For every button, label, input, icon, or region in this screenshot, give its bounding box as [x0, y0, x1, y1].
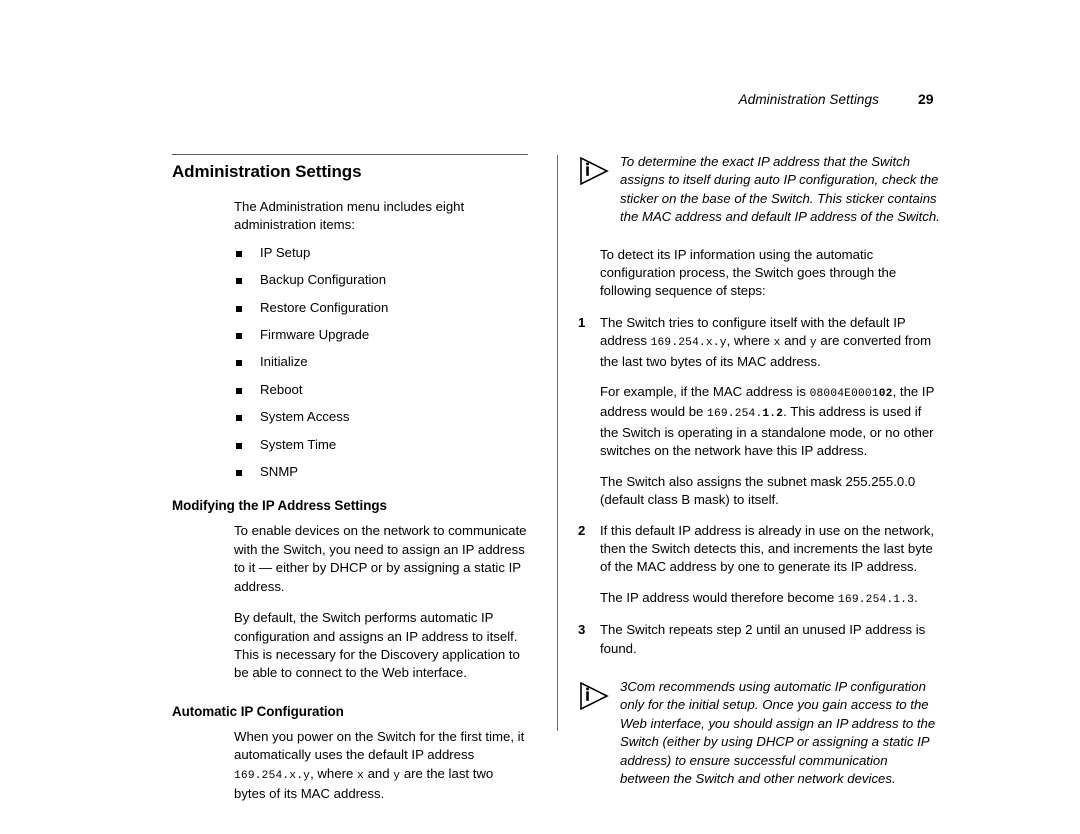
- running-header: Administration Settings 29: [557, 91, 940, 107]
- list-item-label: Reboot: [260, 381, 303, 397]
- list-item: Firmware Upgrade: [234, 326, 528, 344]
- page-number: 29: [918, 91, 934, 107]
- list-item-label: System Time: [260, 436, 337, 452]
- square-bullet-icon: [236, 360, 242, 367]
- step-1-variable-y-mono: y: [809, 337, 817, 350]
- list-item-label: SNMP: [260, 464, 299, 480]
- mac-address-mono: 08004E0001: [809, 388, 879, 401]
- step-2-text: If this default IP address is already in…: [600, 522, 935, 575]
- note-block-2: 3Com recommends using automatic IP confi…: [578, 678, 940, 788]
- step-2-result-text: The IP address would therefore become 16…: [600, 589, 940, 609]
- list-item-label: System Access: [260, 409, 350, 425]
- step-3: 3 The Switch repeats step 2 until an unu…: [578, 621, 940, 658]
- step-1: 1 The Switch tries to configure itself w…: [578, 314, 940, 371]
- note-1-text: To determine the exact IP address that t…: [620, 154, 940, 225]
- list-item: Backup Configuration: [234, 271, 528, 289]
- step-1-text-mid1: , where: [726, 333, 774, 349]
- step-1-subnet-text: The Switch also assigns the subnet mask …: [600, 473, 916, 508]
- automatic-text-before: When you power on the Switch for the fir…: [234, 728, 525, 763]
- list-item: Reboot: [234, 381, 528, 399]
- modifying-paragraph-2: By default, the Switch performs automati…: [234, 610, 520, 681]
- example-ip-prefix-mono: 169.254.: [707, 408, 763, 421]
- step-1-number: 1: [578, 314, 586, 330]
- example-ip-suffix-mono-bold: 1.2: [762, 408, 784, 421]
- automatic-paragraph: When you power on the Switch for the fir…: [234, 728, 528, 804]
- step-1-subnet: The Switch also assigns the subnet mask …: [578, 473, 940, 510]
- list-item-label: Backup Configuration: [260, 272, 387, 288]
- mac-address-last-byte-mono-bold: 02: [878, 388, 893, 401]
- variable-x-mono: x: [356, 769, 364, 782]
- info-note-icon: [578, 156, 610, 186]
- right-column: To determine the exact IP address that t…: [578, 153, 940, 802]
- right-intro-wrapper: To detect its IP information using the a…: [578, 246, 940, 301]
- example-text-before: For example, if the MAC address is: [600, 384, 810, 400]
- step-1-ip-mono: 169.254.x.y: [650, 337, 727, 350]
- result-ip-mono: 169.254.1.3: [838, 593, 915, 606]
- list-item: Restore Configuration: [234, 299, 528, 317]
- info-note-icon: [578, 681, 610, 711]
- result-text-after: .: [914, 589, 918, 605]
- running-header-title: Administration Settings: [738, 92, 879, 107]
- square-bullet-icon: [236, 250, 242, 257]
- square-bullet-icon: [236, 278, 242, 285]
- list-item: Initialize: [234, 353, 528, 371]
- modifying-ip-body: To enable devices on the network to comm…: [234, 522, 528, 682]
- step-1-text: The Switch tries to configure itself wit…: [600, 314, 940, 371]
- list-item-label: IP Setup: [260, 244, 311, 260]
- square-bullet-icon: [236, 442, 242, 449]
- square-bullet-icon: [236, 415, 242, 422]
- list-item: System Time: [234, 436, 528, 454]
- step-2-number: 2: [578, 522, 586, 538]
- list-item: System Access: [234, 408, 528, 426]
- result-text-before: The IP address would therefore become: [600, 589, 838, 605]
- step-3-number: 3: [578, 622, 586, 638]
- automatic-text-mid1: , where: [310, 765, 357, 781]
- step-1-example: For example, if the MAC address is 08004…: [578, 383, 940, 461]
- square-bullet-icon: [236, 305, 242, 312]
- default-ip-address-mono: 169.254.x.y: [234, 769, 311, 782]
- note-block-1: To determine the exact IP address that t…: [578, 153, 940, 227]
- left-column-body: The Administration menu includes eight a…: [234, 198, 528, 481]
- left-column: Administration Settings The Administrati…: [172, 162, 528, 816]
- list-item-label: Restore Configuration: [260, 299, 389, 315]
- column-divider-rule: [557, 155, 558, 731]
- subsection-title-automatic-ip: Automatic IP Configuration: [172, 703, 344, 719]
- step-1-text-mid2: and: [780, 333, 810, 349]
- intro-paragraph: The Administration menu includes eight a…: [234, 199, 465, 233]
- automatic-ip-body: When you power on the Switch for the fir…: [234, 728, 528, 804]
- list-item: SNMP: [234, 463, 528, 481]
- square-bullet-icon: [236, 333, 242, 340]
- list-item: IP Setup: [234, 244, 528, 262]
- section-header-rule: [172, 154, 528, 155]
- modifying-paragraph-1: To enable devices on the network to comm…: [234, 523, 527, 594]
- square-bullet-icon: [236, 387, 242, 394]
- list-item-label: Initialize: [260, 354, 308, 370]
- document-page: Administration Settings 29 Administratio…: [0, 0, 1080, 834]
- step-2-result: The IP address would therefore become 16…: [578, 589, 940, 609]
- step-1-variable-x-mono: x: [773, 337, 781, 350]
- square-bullet-icon: [236, 470, 242, 477]
- administration-menu-list: IP Setup Backup Configuration Restore Co…: [234, 244, 528, 482]
- subsection-title-modifying-ip: Modifying the IP Address Settings: [172, 498, 387, 514]
- page-title: Administration Settings: [172, 162, 362, 181]
- automatic-text-mid2: and: [363, 765, 394, 781]
- step-2: 2 If this default IP address is already …: [578, 522, 940, 577]
- step-3-text: The Switch repeats step 2 until an unuse…: [600, 622, 926, 656]
- step-1-example-text: For example, if the MAC address is 08004…: [600, 383, 940, 461]
- list-item-label: Firmware Upgrade: [260, 327, 370, 343]
- right-intro-paragraph: To detect its IP information using the a…: [600, 246, 897, 299]
- note-2-text: 3Com recommends using automatic IP confi…: [620, 678, 936, 786]
